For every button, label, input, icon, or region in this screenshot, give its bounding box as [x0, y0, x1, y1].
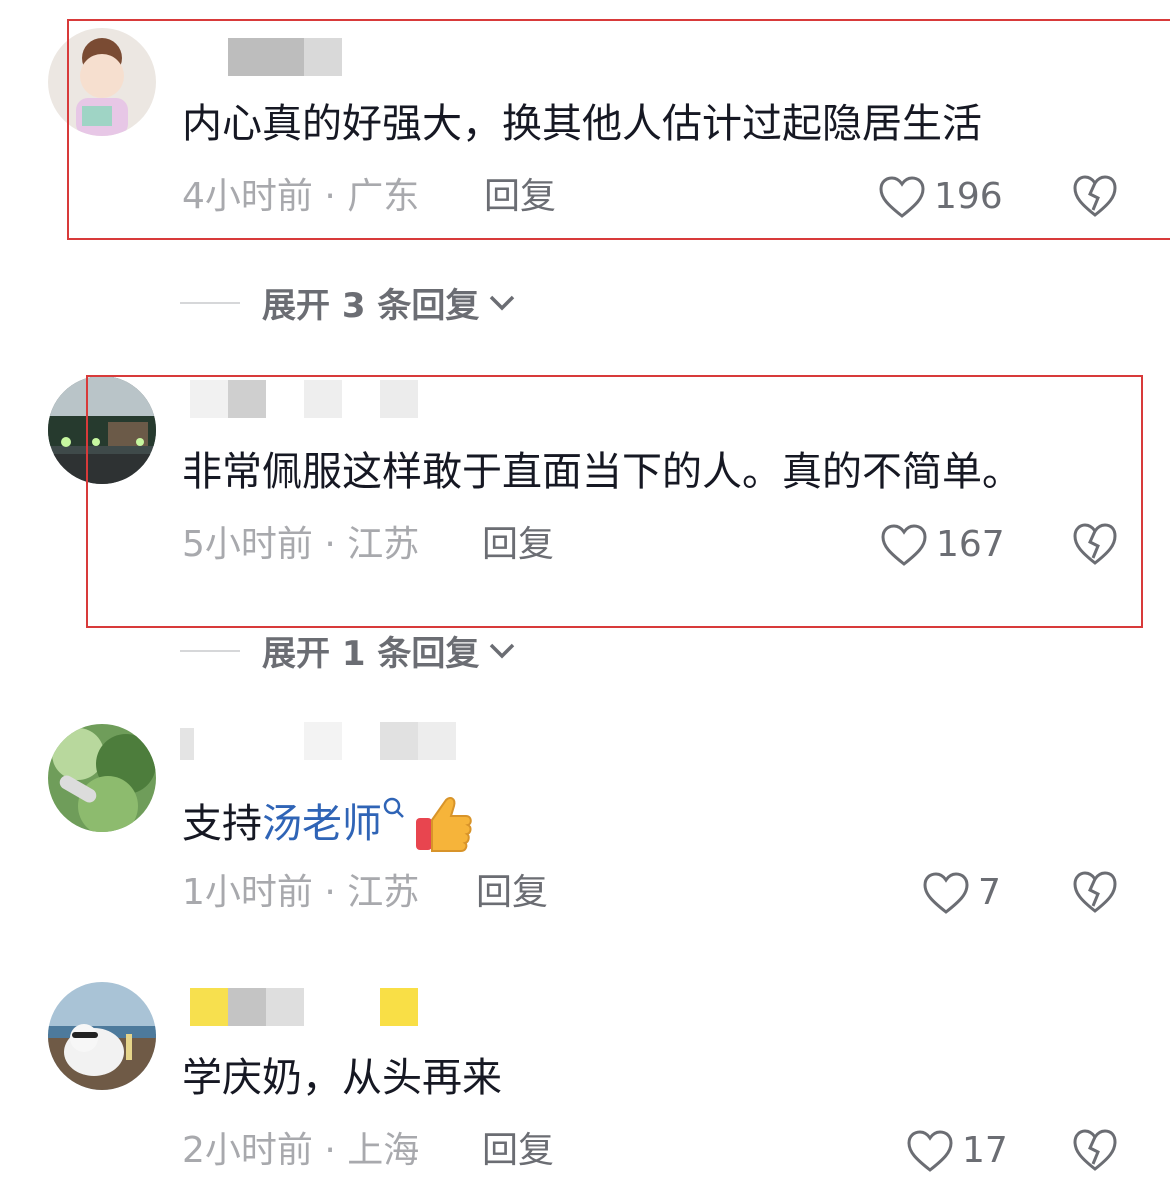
like-count: 17: [962, 1130, 1008, 1171]
divider: [180, 301, 240, 304]
heart-outline-icon: [907, 1130, 953, 1172]
expand-replies-button[interactable]: 展开 3 条回复: [180, 278, 517, 327]
comment-text: 内心真的好强大，换其他人估计过起隐居生活: [182, 101, 982, 147]
reply-button[interactable]: 回复: [482, 1128, 554, 1174]
dislike-button[interactable]: [1072, 870, 1118, 916]
avatar[interactable]: [48, 982, 156, 1090]
like-count: 196: [934, 176, 1003, 217]
dislike-button[interactable]: [1072, 174, 1118, 220]
like-button[interactable]: 17: [906, 1128, 1008, 1174]
chevron-down-icon: [490, 643, 515, 658]
comment-text: 学庆奶，从头再来: [182, 1055, 502, 1101]
thumbs-up-emoji: [416, 797, 472, 852]
mention-link[interactable]: 汤老师: [262, 798, 382, 850]
like-button[interactable]: 167: [880, 522, 1005, 568]
like-button[interactable]: 7: [922, 870, 1001, 916]
expand-label: 展开 3 条回复: [262, 286, 480, 326]
comment-time-location: 5小时前 · 江苏: [182, 524, 420, 565]
like-button[interactable]: 196: [878, 174, 1003, 220]
username-redacted: [190, 988, 418, 1026]
reply-button[interactable]: 回复: [476, 870, 548, 916]
comment-time-location: 4小时前 · 广东: [182, 176, 420, 217]
like-count: 167: [936, 524, 1005, 565]
broken-heart-icon: [1073, 871, 1117, 913]
comment-text-prefix: 支持: [182, 801, 262, 847]
heart-outline-icon: [879, 176, 925, 218]
avatar[interactable]: [48, 28, 156, 136]
expand-label: 展开 1 条回复: [262, 634, 480, 674]
comment-text: 非常佩服这样敢于直面当下的人。真的不简单。: [182, 449, 1022, 495]
avatar[interactable]: [48, 724, 156, 832]
dislike-button[interactable]: [1072, 522, 1118, 568]
broken-heart-icon: [1073, 523, 1117, 565]
comment-text: 支持 汤老师: [182, 794, 474, 854]
comment-time-location: 2小时前 · 上海: [182, 1130, 420, 1171]
broken-heart-icon: [1073, 175, 1117, 217]
dislike-button[interactable]: [1072, 1128, 1118, 1174]
broken-heart-icon: [1073, 1129, 1117, 1171]
heart-outline-icon: [923, 872, 969, 914]
heart-outline-icon: [881, 524, 927, 566]
username-redacted: [180, 722, 456, 760]
expand-replies-button[interactable]: 展开 1 条回复: [180, 626, 517, 675]
search-icon: [383, 797, 404, 818]
chevron-down-icon: [490, 295, 515, 310]
reply-button[interactable]: 回复: [482, 522, 554, 568]
username-redacted: [190, 380, 418, 418]
divider: [180, 649, 240, 652]
reply-button[interactable]: 回复: [484, 174, 556, 220]
comment-time-location: 1小时前 · 江苏: [182, 872, 420, 913]
username-redacted: [190, 38, 342, 76]
like-count: 7: [978, 872, 1001, 913]
avatar[interactable]: [48, 376, 156, 484]
